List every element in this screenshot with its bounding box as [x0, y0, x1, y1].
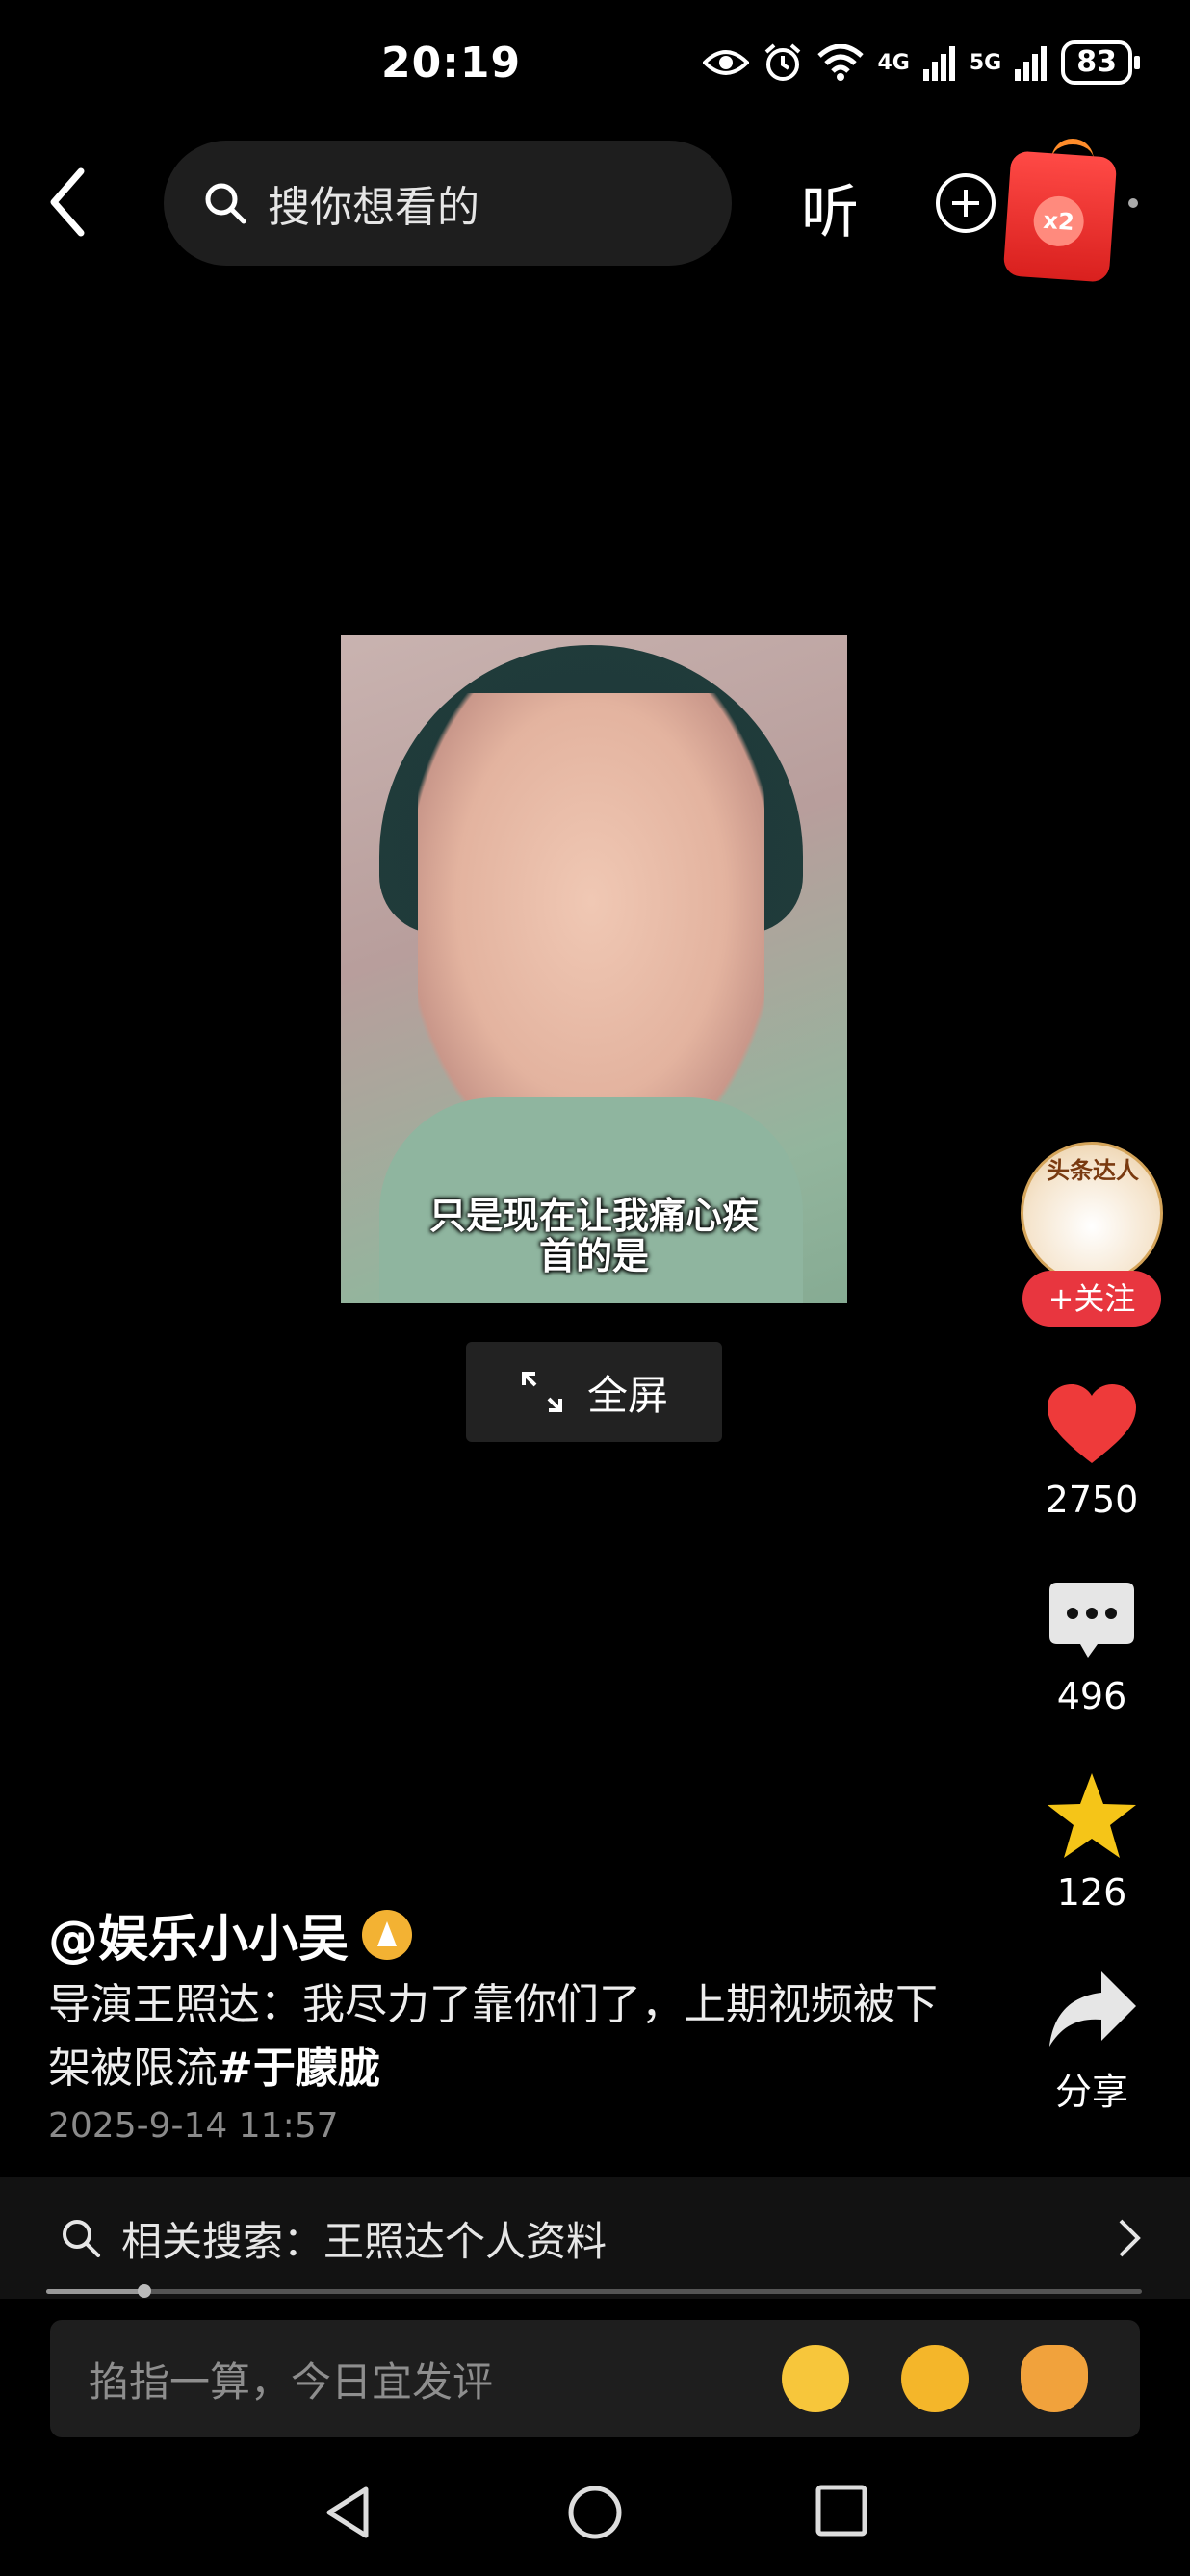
- favorite-button[interactable]: 126: [1024, 1771, 1159, 1914]
- video-frame-face: [418, 693, 764, 1155]
- doge-emoji-icon[interactable]: [1021, 2345, 1088, 2412]
- video-subtitle: 只是现在让我痛心疾 首的是: [341, 1196, 847, 1276]
- fullscreen-label: 全屏: [586, 1371, 668, 1419]
- comment-count: 496: [1056, 1675, 1127, 1717]
- search-placeholder: 搜你想看的: [268, 183, 479, 232]
- caption-text: 导演王照达：我尽力了靠你们了，上期视频被下架被限流: [48, 1980, 938, 2093]
- video-progress-fill: [46, 2289, 145, 2294]
- subtitle-line-2: 首的是: [538, 1235, 649, 1277]
- more-dot-icon[interactable]: [1128, 198, 1138, 208]
- eye-icon: [702, 50, 749, 75]
- listen-button[interactable]: 听: [801, 166, 859, 249]
- network-5g-label: 5G: [969, 50, 1002, 75]
- comment-input[interactable]: 掐指一算，今日宜发评: [50, 2320, 1140, 2437]
- heart-icon: [1048, 1384, 1136, 1463]
- star-icon: [1048, 1773, 1136, 1858]
- search-icon: [205, 183, 246, 224]
- avatar-badge-text: 头条达人: [1047, 1157, 1139, 1184]
- add-icon[interactable]: [936, 173, 996, 233]
- video-player[interactable]: 只是现在让我痛心疾 首的是: [341, 635, 847, 1303]
- comment-placeholder: 掐指一算，今日宜发评: [89, 2357, 494, 2406]
- nav-home-icon[interactable]: [566, 2484, 624, 2541]
- follow-button[interactable]: +关注: [1022, 1271, 1161, 1327]
- status-time: 20:19: [381, 39, 522, 88]
- laugh-sweat-emoji-icon[interactable]: [782, 2345, 849, 2412]
- related-search-label: 相关搜索：王照达个人资料: [121, 2217, 608, 2265]
- battery-indicator: 83: [1061, 40, 1140, 85]
- alarm-icon: [764, 43, 800, 81]
- signal-icon-2: [1015, 46, 1048, 81]
- post-caption[interactable]: 导演王照达：我尽力了靠你们了，上期视频被下架被限流#于朦胧: [48, 1973, 963, 2100]
- red-packet-icon[interactable]: x2: [1002, 150, 1118, 283]
- video-progress-track[interactable]: [46, 2289, 1142, 2294]
- status-icons: 4G 5G 83: [702, 40, 1140, 85]
- redpack-multiplier: x2: [1031, 194, 1086, 248]
- related-search-bar[interactable]: 相关搜索：王照达个人资料: [0, 2177, 1190, 2299]
- author-handle: @娱乐小小吴: [48, 1911, 349, 1969]
- hashtag-link[interactable]: #于朦胧: [218, 2044, 380, 2093]
- signal-icon-1: [922, 46, 955, 81]
- wifi-icon: [816, 44, 864, 81]
- search-icon: [63, 2220, 100, 2257]
- comment-icon: [1049, 1583, 1134, 1658]
- comment-button[interactable]: 496: [1024, 1581, 1159, 1717]
- like-count: 2750: [1045, 1479, 1139, 1521]
- fullscreen-button[interactable]: 全屏: [466, 1342, 722, 1442]
- expand-icon: [521, 1372, 562, 1412]
- favorite-count: 126: [1056, 1871, 1127, 1914]
- nav-recents-icon[interactable]: [815, 2484, 868, 2537]
- giggle-emoji-icon[interactable]: [901, 2345, 969, 2412]
- share-icon: [1049, 1971, 1136, 2047]
- chevron-right-icon: [1119, 2219, 1141, 2257]
- verified-badge-icon: [362, 1909, 413, 1960]
- share-label: 分享: [1054, 2071, 1128, 2113]
- share-button[interactable]: 分享: [1024, 1968, 1159, 2115]
- author-name[interactable]: @娱乐小小吴: [48, 1898, 413, 1971]
- network-4g-label: 4G: [877, 50, 910, 75]
- nav-back-icon[interactable]: [322, 2484, 374, 2541]
- like-button[interactable]: 2750: [1024, 1382, 1159, 1521]
- subtitle-line-1: 只是现在让我痛心疾: [428, 1195, 759, 1237]
- search-bar[interactable]: 搜你想看的: [164, 141, 732, 266]
- post-date: 2025-9-14 11:57: [48, 2106, 339, 2146]
- back-icon[interactable]: [39, 164, 96, 241]
